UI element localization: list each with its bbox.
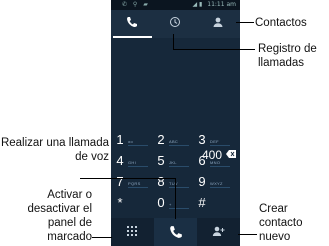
key-digit: # bbox=[198, 195, 206, 210]
key-letters: DEF bbox=[210, 139, 219, 144]
leader-line-new-contact bbox=[238, 234, 257, 235]
call-button[interactable] bbox=[154, 218, 197, 246]
key-underline bbox=[128, 145, 148, 146]
phone-icon bbox=[127, 17, 137, 28]
tab-contacts[interactable] bbox=[197, 10, 240, 38]
tab-phone[interactable] bbox=[111, 10, 154, 38]
call-icon bbox=[170, 226, 182, 238]
status-time: 11:11 bbox=[207, 1, 225, 8]
signal-icon: ◢ bbox=[192, 1, 198, 8]
tab-call-log[interactable] bbox=[154, 10, 197, 38]
key-digit: 4 bbox=[116, 153, 124, 168]
annotation-contacts: Contactos bbox=[255, 17, 307, 29]
add-contact-icon bbox=[212, 226, 225, 236]
key-underline bbox=[169, 166, 189, 167]
key-digit: * bbox=[117, 195, 123, 210]
key-underline bbox=[210, 166, 230, 167]
tab-bar bbox=[111, 10, 240, 38]
key-digit: 2 bbox=[157, 132, 165, 147]
battery-icon: ▮ bbox=[199, 1, 203, 8]
key-underline bbox=[169, 145, 189, 146]
annotation-voice-call: Realizar una llamada de voz bbox=[0, 137, 109, 163]
key-star[interactable]: * bbox=[113, 194, 155, 218]
leader-line-contacts bbox=[236, 22, 254, 23]
leader-line-toggle-pad bbox=[92, 237, 112, 238]
key-underline bbox=[210, 145, 230, 146]
annotation-call-log: Registro de llamadas bbox=[258, 43, 317, 69]
leader-line-voice-call-v bbox=[175, 178, 176, 219]
leader-line-call-log-v bbox=[173, 34, 174, 50]
key-digit: 7 bbox=[116, 174, 124, 189]
key-digit: 5 bbox=[157, 153, 165, 168]
key-letters: PQRS bbox=[128, 181, 141, 186]
status-ampm: am bbox=[226, 1, 236, 8]
key-letters: oo bbox=[128, 139, 134, 144]
status-bar: ✆ ⚲ ▰ ◢ ▮ 11:11 am bbox=[111, 0, 240, 10]
key-digit: 8 bbox=[157, 174, 165, 189]
leader-line-voice-call-h bbox=[80, 178, 176, 179]
key-underline bbox=[169, 187, 189, 188]
status-notification-icons: ✆ ⚲ ▰ bbox=[122, 1, 150, 8]
key-digit: 6 bbox=[198, 153, 206, 168]
key-digit: 0 bbox=[157, 195, 165, 210]
key-underline bbox=[128, 187, 148, 188]
annotation-new-contact: Crear contacto nuevo bbox=[259, 203, 303, 243]
dialpad-icon bbox=[127, 226, 137, 236]
key-digit: 9 bbox=[198, 174, 206, 189]
key-letters: TUV bbox=[169, 181, 178, 186]
leader-line-call-log-h bbox=[173, 49, 255, 50]
key-letters: + bbox=[169, 202, 172, 207]
key-underline bbox=[169, 208, 189, 209]
annotation-toggle-pad: Activar o desactivar el panel de marcado bbox=[27, 189, 92, 243]
bottom-action-bar bbox=[111, 218, 240, 246]
add-contact-button[interactable] bbox=[197, 218, 240, 246]
person-icon bbox=[213, 17, 223, 27]
key-letters: WXYZ bbox=[210, 181, 223, 186]
key-letters: MNO bbox=[210, 160, 221, 165]
key-underline bbox=[210, 187, 230, 188]
clock-icon bbox=[170, 17, 180, 27]
status-right: ◢ ▮ 11:11 am bbox=[192, 1, 236, 8]
key-letters: GHI bbox=[128, 160, 137, 165]
dialpad-toggle-button[interactable] bbox=[111, 218, 154, 246]
key-digit: 3 bbox=[198, 132, 206, 147]
key-letters: JKL bbox=[169, 160, 177, 165]
key-underline bbox=[128, 166, 148, 167]
key-letters: ABC bbox=[169, 139, 179, 144]
key-digit: 1 bbox=[116, 132, 124, 147]
key-hash[interactable]: # bbox=[195, 194, 237, 218]
